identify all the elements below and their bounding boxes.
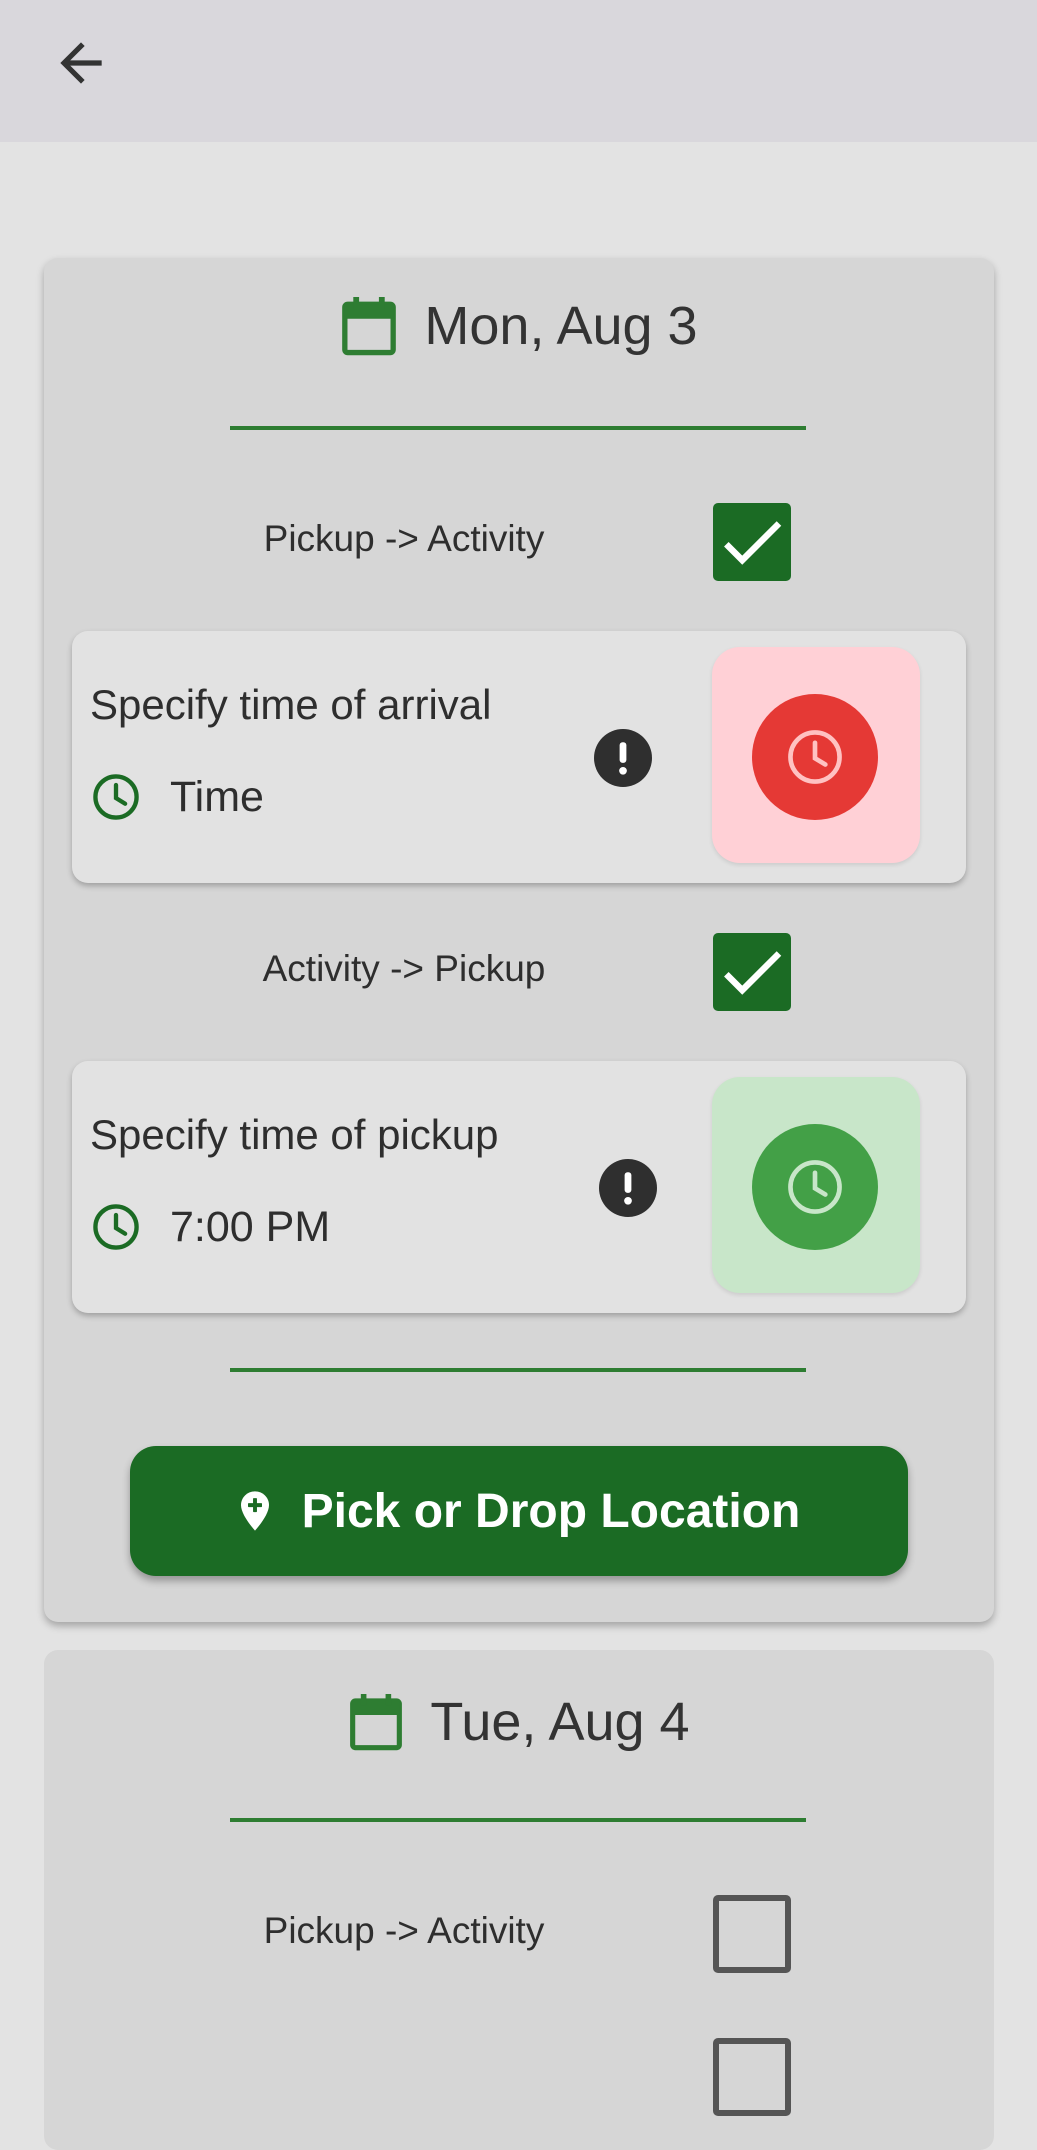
pick-or-drop-location-button[interactable]: Pick or Drop Location [130, 1446, 908, 1576]
calendar-icon [342, 297, 397, 356]
day-card-tue-aug-4: Tue, Aug 4 Pickup -> Activity [44, 1650, 994, 2150]
pickup-time-picker-button[interactable] [752, 1124, 878, 1250]
clock-icon [788, 1160, 842, 1214]
pickup-time-value: 7:00 PM [170, 1203, 331, 1251]
arrival-time-card: Specify time of arrival Time [72, 631, 966, 883]
clock-icon [93, 1204, 139, 1250]
leg-checkbox-pickup-to-activity[interactable] [713, 503, 791, 581]
check-icon [724, 521, 782, 565]
back-button[interactable] [40, 22, 122, 104]
arrival-time-value: Time [170, 773, 264, 821]
clock-icon [788, 730, 842, 784]
arrival-time-picker-button[interactable] [752, 694, 878, 820]
clock-icon [93, 774, 139, 820]
location-button-label: Pick or Drop Location [301, 1484, 801, 1538]
leg-label-activity-to-pickup: Activity -> Pickup [262, 948, 546, 989]
leg-label-pickup-to-activity: Pickup -> Activity [263, 1910, 545, 1951]
divider [230, 1368, 806, 1372]
exclamation-icon[interactable] [594, 729, 652, 787]
leg-label-pickup-to-activity: Pickup -> Activity [263, 518, 545, 559]
day-date: Tue, Aug 4 [430, 1692, 690, 1752]
pickup-time-title: Specify time of pickup [90, 1111, 499, 1158]
calendar-icon [350, 1694, 403, 1751]
day-header: Tue, Aug 4 [44, 1691, 994, 1753]
location-add-icon [240, 1491, 269, 1531]
leg-checkbox-pickup-to-activity[interactable] [713, 1895, 791, 1973]
day-header: Mon, Aug 3 [44, 294, 994, 358]
pickup-time-card: Specify time of pickup 7:00 PM [72, 1061, 966, 1313]
leg-checkbox[interactable] [713, 2038, 791, 2116]
arrival-time-title: Specify time of arrival [90, 681, 492, 728]
day-date: Mon, Aug 3 [424, 296, 698, 356]
divider [230, 426, 806, 430]
leg-checkbox-activity-to-pickup[interactable] [713, 933, 791, 1011]
exclamation-icon[interactable] [599, 1159, 657, 1217]
day-card-mon-aug-3: Mon, Aug 3 Pickup -> Activity Specify ti… [44, 258, 994, 1622]
arrow-left-icon [60, 42, 102, 84]
check-icon [724, 951, 782, 995]
divider [230, 1818, 806, 1822]
app-bar [0, 0, 1037, 142]
